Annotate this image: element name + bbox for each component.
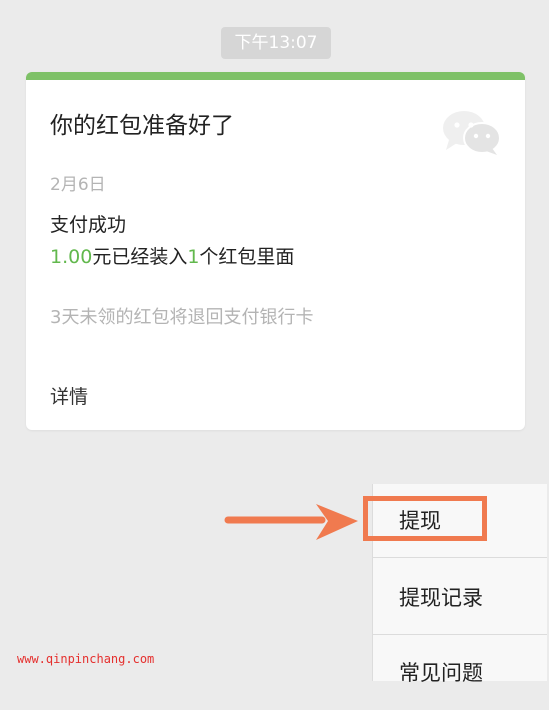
count-suffix: 个红包里面 bbox=[199, 246, 295, 268]
details-link[interactable]: 详情 bbox=[50, 382, 88, 409]
card-date: 2月6日 bbox=[50, 175, 106, 195]
wechat-icon bbox=[443, 111, 501, 155]
refund-note: 3天未领的红包将退回支付银行卡 bbox=[50, 307, 314, 328]
payment-detail: 1.00元已经装入1个红包里面 bbox=[50, 242, 294, 269]
highlight-box bbox=[363, 496, 487, 541]
packet-count: 1 bbox=[187, 246, 200, 268]
watermark-text: www.qinpinchang.com bbox=[17, 652, 155, 666]
amount-suffix: 元已经装入 bbox=[92, 246, 188, 268]
card-title: 你的红包准备好了 bbox=[50, 113, 234, 139]
menu-item-withdraw-records[interactable]: 提现记录 bbox=[373, 561, 547, 635]
red-packet-card[interactable]: 你的红包准备好了 2月6日 支付成功 1.00元已经装入1个红包里面 3天未领的… bbox=[26, 72, 525, 430]
arrow-right-icon bbox=[224, 504, 358, 540]
message-timestamp: 下午13:07 bbox=[221, 27, 331, 59]
payment-status: 支付成功 bbox=[50, 214, 127, 236]
menu-item-faq[interactable]: 常见问题 bbox=[373, 636, 547, 710]
amount-value: 1.00 bbox=[50, 246, 93, 268]
